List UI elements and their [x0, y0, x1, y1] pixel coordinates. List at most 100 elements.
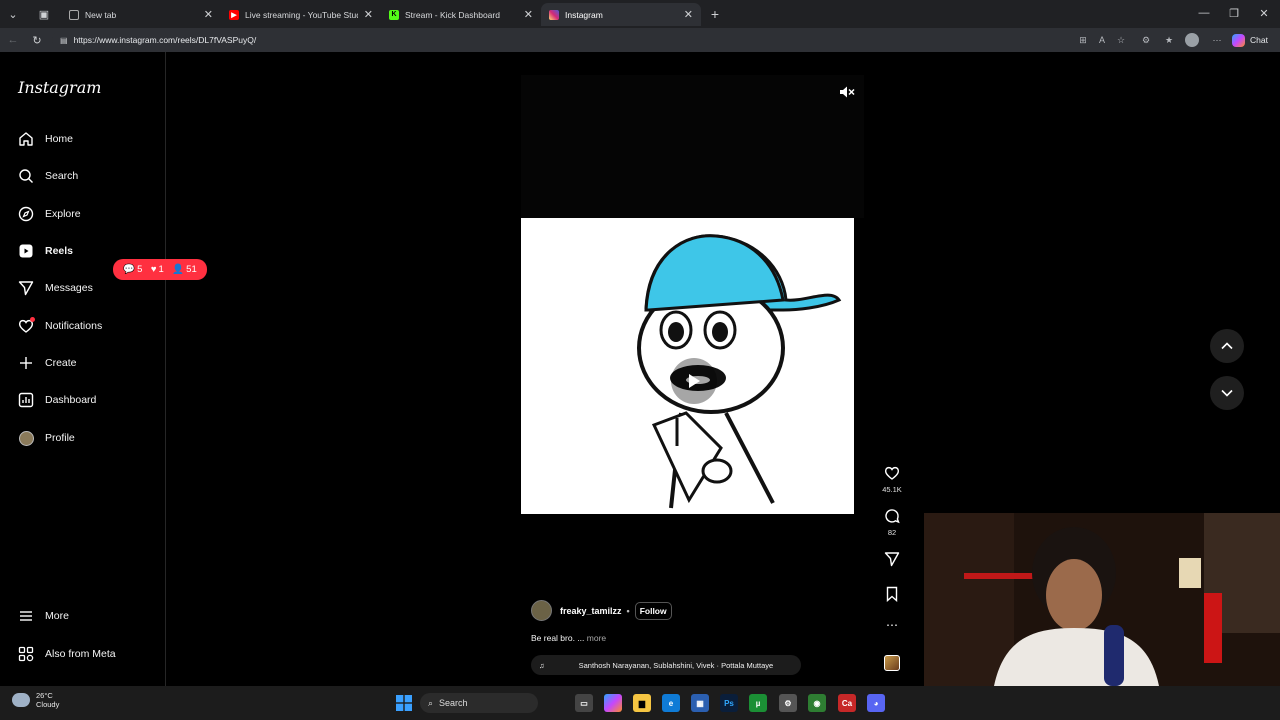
instagram-logo[interactable]: Instagram	[18, 78, 101, 97]
more-options-icon[interactable]: ⋯	[878, 618, 906, 632]
tab-title: Stream - Kick Dashboard	[405, 9, 500, 20]
youtube-icon: ▶	[229, 9, 239, 20]
sidebar-item-label: Create	[45, 357, 77, 369]
comment-icon	[885, 509, 900, 524]
chart-icon	[18, 392, 34, 408]
like-button[interactable]: 45.1K	[878, 465, 906, 494]
url-field[interactable]: ▤ https://www.instagram.com/reels/DL7fVA…	[52, 31, 1102, 49]
utorrent-icon[interactable]: µ	[749, 694, 767, 712]
comment-count: 82	[887, 528, 897, 537]
file-explorer-icon[interactable]: ▆	[633, 694, 651, 712]
tab-title: New tab	[85, 9, 117, 20]
sidebar-item-explore[interactable]: Explore	[18, 202, 158, 226]
separator-dot: •	[626, 605, 630, 616]
minimize-icon[interactable]: —	[1191, 4, 1217, 22]
windows-start-icon[interactable]	[395, 694, 413, 712]
capcut-icon[interactable]: Ca	[838, 694, 856, 712]
back-icon[interactable]: ←	[4, 32, 22, 48]
save-button[interactable]	[878, 586, 906, 604]
sidebar-item-home[interactable]: Home	[18, 127, 158, 151]
author-username[interactable]: freaky_tamilzz	[560, 606, 622, 616]
window-close-icon[interactable]: ✕	[1251, 4, 1277, 22]
close-tab-icon[interactable]: ✕	[684, 8, 693, 21]
favorite-star-icon[interactable]: ☆	[1114, 33, 1128, 47]
tab-title: Live streaming - YouTube Studio	[245, 9, 358, 20]
copilot-icon[interactable]	[604, 694, 622, 712]
follow-button[interactable]: Follow	[634, 601, 672, 620]
workspaces-icon[interactable]: ▣	[33, 4, 55, 24]
notification-summary-badge[interactable]: 💬 5 ♥ 1 👤 51	[113, 259, 207, 280]
tab-youtube-studio[interactable]: ▶ Live streaming - YouTube Studio ✕	[221, 3, 381, 26]
reel-video-frame[interactable]	[521, 218, 854, 514]
sidebar-item-notifications[interactable]: Notifications	[18, 314, 158, 338]
discord-icon[interactable]: ◕	[867, 694, 885, 712]
play-pause-button[interactable]	[671, 358, 717, 404]
sidebar-item-label: Notifications	[45, 320, 103, 332]
weather-temperature: 26°C	[36, 691, 53, 700]
address-bar: ← ↻ ▤ https://www.instagram.com/reels/DL…	[0, 28, 1280, 52]
tab-kick-dashboard[interactable]: K Stream - Kick Dashboard ✕	[381, 3, 541, 26]
close-tab-icon[interactable]: ✕	[364, 8, 373, 21]
home-icon	[18, 131, 34, 147]
tab-new-tab[interactable]: New tab ✕	[61, 3, 221, 26]
author-avatar[interactable]	[531, 600, 552, 621]
restore-icon[interactable]: ❐	[1221, 4, 1247, 22]
sidebar-item-more[interactable]: More	[18, 604, 158, 628]
app-available-icon[interactable]: ⊞	[1076, 33, 1090, 47]
audio-thumbnail[interactable]	[878, 655, 906, 671]
copilot-chat-button[interactable]: Chat	[1232, 32, 1268, 48]
chat-label: Chat	[1250, 35, 1268, 45]
bookmark-icon	[886, 586, 898, 603]
webcam-overlay	[924, 513, 1280, 686]
sidebar-item-dashboard[interactable]: Dashboard	[18, 388, 158, 412]
edge-icon[interactable]: e	[662, 694, 680, 712]
comment-count: 💬 5	[123, 264, 143, 275]
photoshop-icon[interactable]: Ps	[720, 694, 738, 712]
settings-more-icon[interactable]: ⋯	[1210, 33, 1224, 47]
muted-speaker-icon[interactable]	[838, 83, 856, 101]
new-tab-icon	[69, 9, 79, 20]
sidebar-item-search[interactable]: Search	[18, 164, 158, 188]
sidebar-item-also-from-meta[interactable]: Also from Meta	[18, 642, 158, 666]
follower-count: 👤 51	[172, 264, 197, 275]
favorites-icon[interactable]: ★	[1162, 33, 1176, 47]
extensions-icon[interactable]: ⚙	[1139, 33, 1153, 47]
close-tab-icon[interactable]: ✕	[524, 8, 533, 21]
reel-player[interactable]	[521, 75, 864, 687]
music-note-icon: ♫	[539, 660, 545, 670]
settings-icon[interactable]: ⚙	[779, 694, 797, 712]
grid-icon	[18, 646, 34, 662]
comment-button[interactable]: 82	[878, 508, 906, 537]
sidebar-item-label: Home	[45, 133, 74, 145]
browser-tab-bar: ⌄ ▣ New tab ✕ ▶ Live streaming - YouTube…	[0, 0, 1280, 28]
site-info-icon[interactable]: ▤	[60, 36, 68, 45]
audio-title: Santhosh Narayanan, Sublahshini, Vivek ·…	[578, 660, 774, 670]
store-icon[interactable]: ▦	[691, 694, 709, 712]
tab-instagram[interactable]: Instagram ✕	[541, 3, 701, 26]
sidebar-item-label: Search	[45, 170, 79, 182]
send-icon	[884, 552, 900, 567]
reel-audio-pill[interactable]: ♫ Santhosh Narayanan, Sublahshini, Vivek…	[531, 655, 801, 675]
close-tab-icon[interactable]: ✕	[204, 8, 213, 21]
sidebar-item-create[interactable]: Create	[18, 351, 158, 375]
tab-actions-menu-icon[interactable]: ⌄	[2, 4, 24, 24]
like-count: 45.1K	[882, 485, 902, 494]
caption-more-link[interactable]: more	[587, 633, 606, 643]
reels-icon	[18, 243, 34, 259]
share-button[interactable]	[878, 551, 906, 569]
chrome-icon[interactable]: ◉	[808, 694, 826, 712]
weather-widget[interactable]: 26°C Cloudy	[12, 691, 59, 709]
reel-caption: Be real bro. ... more	[531, 633, 606, 643]
search-icon: ⌕	[428, 697, 434, 708]
new-tab-button[interactable]: +	[704, 4, 726, 24]
previous-reel-button[interactable]	[1210, 329, 1244, 363]
refresh-icon[interactable]: ↻	[28, 32, 46, 48]
next-reel-button[interactable]	[1210, 376, 1244, 410]
sidebar-item-label: Also from Meta	[45, 648, 116, 660]
sidebar-item-profile[interactable]: Profile	[18, 426, 158, 450]
read-aloud-icon[interactable]: A	[1095, 33, 1109, 47]
task-view-icon[interactable]: ▭	[575, 694, 593, 712]
taskbar-search-box[interactable]: ⌕ Search	[420, 693, 538, 713]
plus-icon	[18, 355, 34, 371]
profile-avatar[interactable]	[1185, 33, 1199, 47]
